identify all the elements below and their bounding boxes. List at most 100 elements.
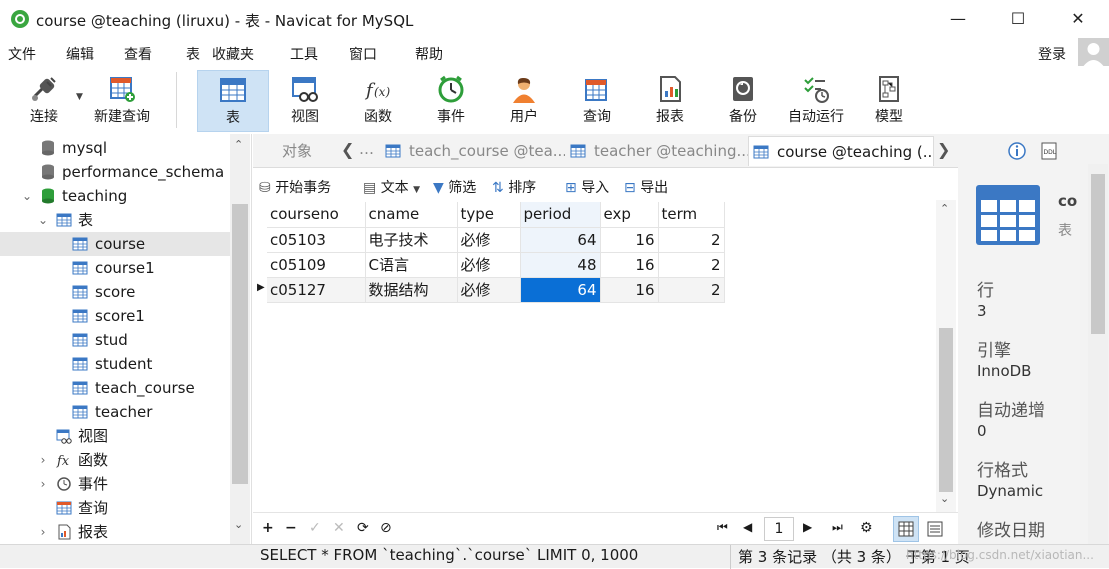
tree-item-performance-schema[interactable]: performance_schema: [0, 160, 230, 184]
connect-button[interactable]: 连接: [14, 70, 74, 132]
scroll-down-icon[interactable]: ⌄: [940, 492, 949, 505]
tree-scrollbar[interactable]: ⌃ ⌄: [230, 134, 250, 544]
tree-item-events[interactable]: › 事件: [0, 472, 230, 496]
tree-item-functions[interactable]: › fx 函数: [0, 448, 230, 472]
close-button[interactable]: ✕: [1058, 6, 1098, 32]
query-button[interactable]: 查询: [569, 70, 625, 132]
menu-view[interactable]: 查看: [124, 44, 152, 64]
menu-favorites[interactable]: 收藏夹: [212, 44, 254, 64]
menu-edit[interactable]: 编辑: [66, 44, 94, 64]
table-cell[interactable]: 16: [600, 277, 659, 303]
column-header[interactable]: type: [457, 202, 521, 228]
info-scrollbar[interactable]: [1088, 164, 1108, 544]
info-icon[interactable]: [1008, 142, 1026, 160]
user-button[interactable]: 用户: [496, 70, 552, 132]
table-cell[interactable]: C语言: [365, 252, 458, 278]
table-cell[interactable]: 必修: [457, 277, 521, 303]
ddl-icon[interactable]: DDL: [1040, 142, 1058, 160]
table-cell[interactable]: 2: [658, 277, 725, 303]
refresh-button[interactable]: ⟳: [357, 520, 369, 536]
tab-teacher[interactable]: teacher @teaching...: [566, 136, 748, 166]
tree-item-score[interactable]: score: [0, 280, 230, 304]
tree-item-teacher[interactable]: teacher: [0, 400, 230, 424]
text-button[interactable]: ▤ 文本 ▼: [363, 177, 420, 197]
menu-help[interactable]: 帮助: [415, 44, 443, 64]
grid-view-button[interactable]: [893, 516, 919, 542]
backup-button[interactable]: 备份: [715, 70, 771, 132]
expand-chevron-icon[interactable]: ›: [36, 472, 50, 496]
collapse-chevron-icon[interactable]: ⌄: [36, 208, 50, 232]
first-page-button[interactable]: ⏮: [717, 520, 728, 535]
filter-button[interactable]: ▼ 筛选: [433, 177, 476, 197]
scroll-down-icon[interactable]: ⌄: [234, 518, 243, 531]
column-header[interactable]: courseno: [267, 202, 366, 228]
menu-file[interactable]: 文件: [8, 44, 36, 64]
connect-dropdown-icon[interactable]: ▼: [76, 92, 83, 102]
table-cell[interactable]: 48: [520, 252, 601, 278]
tab-scroll-left-icon[interactable]: ❮: [341, 140, 354, 159]
import-button[interactable]: ⊞ 导入: [565, 177, 609, 197]
scroll-up-icon[interactable]: ⌃: [234, 138, 243, 151]
schedule-button[interactable]: 自动运行: [782, 70, 850, 132]
column-header[interactable]: exp: [600, 202, 659, 228]
expand-chevron-icon[interactable]: ›: [36, 520, 50, 544]
tree-item-tables[interactable]: ⌄ 表: [0, 208, 230, 232]
event-button[interactable]: 事件: [423, 70, 479, 132]
settings-button[interactable]: ⚙: [860, 520, 873, 536]
collapse-chevron-icon[interactable]: ⌄: [20, 184, 34, 208]
tree-item-score1[interactable]: score1: [0, 304, 230, 328]
column-header[interactable]: period: [520, 202, 601, 228]
previous-page-button[interactable]: ◀: [743, 520, 752, 534]
tree-item-mysql[interactable]: mysql: [0, 136, 230, 160]
tab-objects[interactable]: 对象: [253, 136, 341, 166]
tree-item-stud[interactable]: stud: [0, 328, 230, 352]
stop-button[interactable]: ⊘: [380, 520, 392, 536]
table-cell[interactable]: c05127: [267, 277, 366, 303]
table-cell[interactable]: 必修: [457, 252, 521, 278]
table-cell[interactable]: c05103: [267, 227, 366, 253]
delete-record-button[interactable]: −: [285, 520, 297, 536]
begin-transaction-button[interactable]: ⛁ 开始事务: [259, 177, 331, 197]
table-row[interactable]: c05109 C语言 必修 48 16 2: [267, 252, 725, 278]
column-header[interactable]: cname: [365, 202, 458, 228]
tree-item-course[interactable]: course: [0, 232, 230, 256]
export-button[interactable]: ⊟ 导出: [624, 177, 668, 197]
new-query-button[interactable]: 新建查询: [88, 70, 156, 132]
apply-changes-button[interactable]: ✓: [309, 520, 321, 536]
table-cell[interactable]: 电子技术: [365, 227, 458, 253]
table-cell[interactable]: 2: [658, 227, 725, 253]
menu-table[interactable]: 表: [186, 44, 200, 64]
grid-scrollbar-thumb[interactable]: [939, 328, 953, 492]
table-cell[interactable]: 16: [600, 227, 659, 253]
table-cell[interactable]: c05109: [267, 252, 366, 278]
table-row-selected[interactable]: c05127 数据结构 必修 64 16 2: [267, 277, 725, 303]
selected-cell[interactable]: 64: [520, 277, 601, 303]
menu-tools[interactable]: 工具: [290, 44, 318, 64]
tree-item-course1[interactable]: course1: [0, 256, 230, 280]
table-button[interactable]: 表: [197, 70, 269, 132]
maximize-button[interactable]: ☐: [998, 6, 1038, 32]
tree-item-teach-course[interactable]: teach_course: [0, 376, 230, 400]
sort-button[interactable]: ⇅ 排序: [492, 177, 536, 197]
page-number-input[interactable]: 1: [764, 517, 794, 541]
column-header[interactable]: term: [658, 202, 725, 228]
user-avatar-icon[interactable]: [1078, 38, 1109, 68]
menu-window[interactable]: 窗口: [349, 44, 377, 64]
model-button[interactable]: 模型: [861, 70, 917, 132]
expand-chevron-icon[interactable]: ›: [36, 448, 50, 472]
tree-item-student[interactable]: student: [0, 352, 230, 376]
report-button[interactable]: 报表: [642, 70, 698, 132]
tree-item-reports[interactable]: › 报表: [0, 520, 230, 544]
view-button[interactable]: 视图: [277, 70, 333, 132]
grid-scrollbar[interactable]: ⌃ ⌄: [936, 200, 956, 512]
add-record-button[interactable]: +: [262, 520, 274, 536]
function-button[interactable]: f (x) 函数: [350, 70, 406, 132]
table-cell[interactable]: 必修: [457, 227, 521, 253]
info-scrollbar-thumb[interactable]: [1091, 174, 1105, 334]
tree-scrollbar-thumb[interactable]: [232, 204, 248, 484]
scroll-up-icon[interactable]: ⌃: [940, 202, 949, 215]
tab-course[interactable]: course @teaching (...: [748, 136, 934, 166]
tab-scroll-right-icon[interactable]: ❯: [937, 140, 950, 159]
table-cell[interactable]: 2: [658, 252, 725, 278]
tab-teach-course[interactable]: teach_course @tea...: [381, 136, 565, 166]
